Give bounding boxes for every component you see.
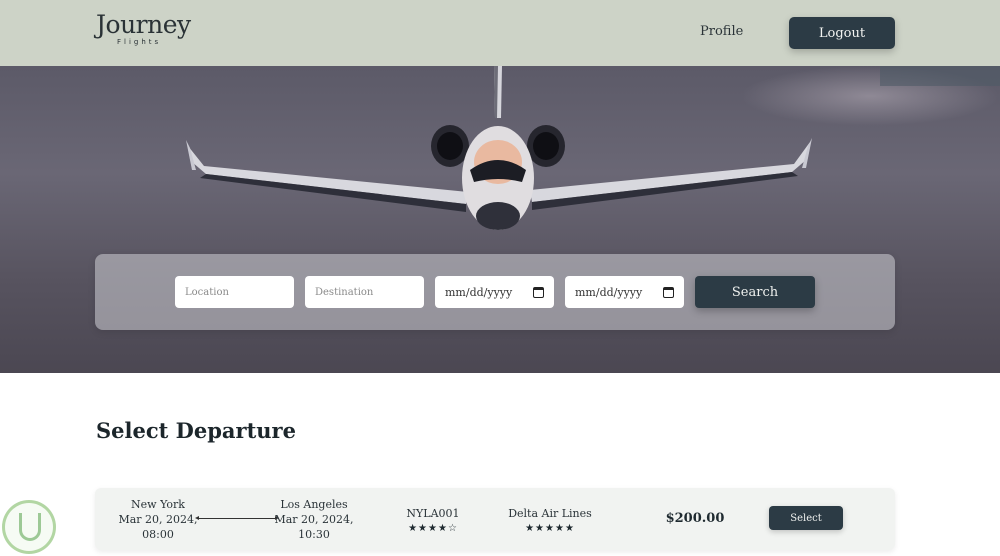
destination-input[interactable]: Destination — [305, 276, 424, 308]
departure-time: 08:00 — [142, 528, 174, 541]
destination-placeholder: Destination — [315, 286, 374, 298]
flight-result-card: New York Mar 20, 2024, 08:00 Los Angeles… — [95, 488, 895, 550]
search-panel: Location Destination mm/dd/yyyy mm/dd/yy… — [95, 254, 895, 330]
route-arrow-icon — [195, 516, 279, 520]
departure-date-value: mm/dd/yyyy — [445, 285, 513, 299]
logout-button[interactable]: Logout — [789, 17, 895, 49]
logo-wordmark: Journey — [96, 10, 191, 39]
origin-block: New York Mar 20, 2024, 08:00 — [117, 497, 199, 542]
airline-name: Delta Air Lines — [508, 507, 592, 520]
destination-block: Los Angeles Mar 20, 2024, 10:30 — [273, 497, 355, 542]
flight-code-block: NYLA001 ★★★★☆ — [393, 506, 473, 536]
departure-date: Mar 20, 2024, — [118, 513, 198, 526]
arrival-date: Mar 20, 2024, — [274, 513, 354, 526]
location-input[interactable]: Location — [175, 276, 294, 308]
return-date-input[interactable]: mm/dd/yyyy — [565, 276, 684, 308]
departure-date-input[interactable]: mm/dd/yyyy — [435, 276, 554, 308]
flight-price: $200.00 — [665, 511, 725, 526]
logo-subtitle: Flights — [117, 38, 162, 46]
hero-banner: Location Destination mm/dd/yyyy mm/dd/yy… — [0, 66, 1000, 373]
logo[interactable]: Journey Flights — [96, 10, 191, 47]
airline-block: Delta Air Lines ★★★★★ — [500, 506, 600, 536]
airline-rating-stars-icon: ★★★★★ — [525, 523, 575, 534]
page-title: Select Departure — [96, 418, 296, 443]
search-button[interactable]: Search — [695, 276, 815, 308]
calendar-icon[interactable] — [663, 286, 674, 298]
destination-city: Los Angeles — [280, 498, 348, 511]
profile-link[interactable]: Profile — [700, 24, 743, 39]
flight-rating-stars-icon: ★★★★☆ — [408, 523, 458, 534]
top-navigation-bar: Journey Flights Profile Logout — [0, 0, 1000, 66]
watermark-logo — [2, 500, 56, 554]
location-placeholder: Location — [185, 286, 229, 298]
arrival-time: 10:30 — [298, 528, 330, 541]
origin-city: New York — [131, 498, 185, 511]
flight-code: NYLA001 — [406, 507, 460, 520]
watermark-shield-icon — [19, 513, 41, 541]
calendar-icon[interactable] — [533, 286, 544, 298]
return-date-value: mm/dd/yyyy — [575, 285, 643, 299]
select-flight-button[interactable]: Select — [769, 506, 843, 530]
